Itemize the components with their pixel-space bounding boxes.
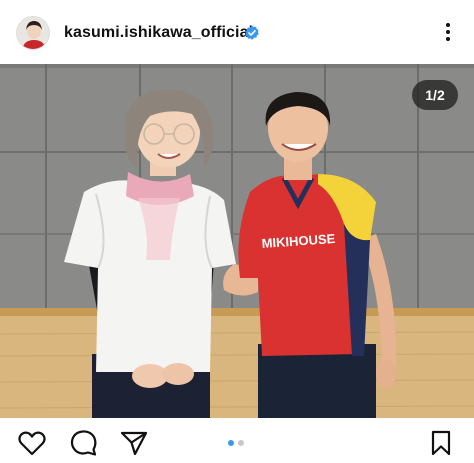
more-vertical-icon[interactable] bbox=[440, 20, 456, 44]
avatar[interactable] bbox=[16, 16, 50, 50]
slide-counter: 1/2 bbox=[412, 80, 458, 110]
carousel-dot-active bbox=[228, 440, 234, 446]
verified-badge-icon bbox=[245, 25, 259, 40]
send-icon[interactable] bbox=[120, 430, 148, 456]
avatar-image bbox=[17, 17, 49, 49]
post-photo[interactable]: MIKIHOUSE 1/2 bbox=[0, 64, 474, 418]
post-header: kasumi.ishikawa_official bbox=[0, 0, 474, 64]
instagram-post: kasumi.ishikawa_official MIKIHOUSE 1/2 bbox=[0, 0, 474, 463]
username[interactable]: kasumi.ishikawa_official bbox=[64, 24, 253, 42]
carousel-dot bbox=[238, 440, 244, 446]
heart-icon[interactable] bbox=[18, 430, 46, 456]
photo-image: MIKIHOUSE bbox=[0, 64, 474, 418]
carousel-indicator bbox=[228, 440, 244, 446]
bookmark-icon[interactable] bbox=[428, 430, 454, 456]
comment-icon[interactable] bbox=[70, 430, 98, 456]
